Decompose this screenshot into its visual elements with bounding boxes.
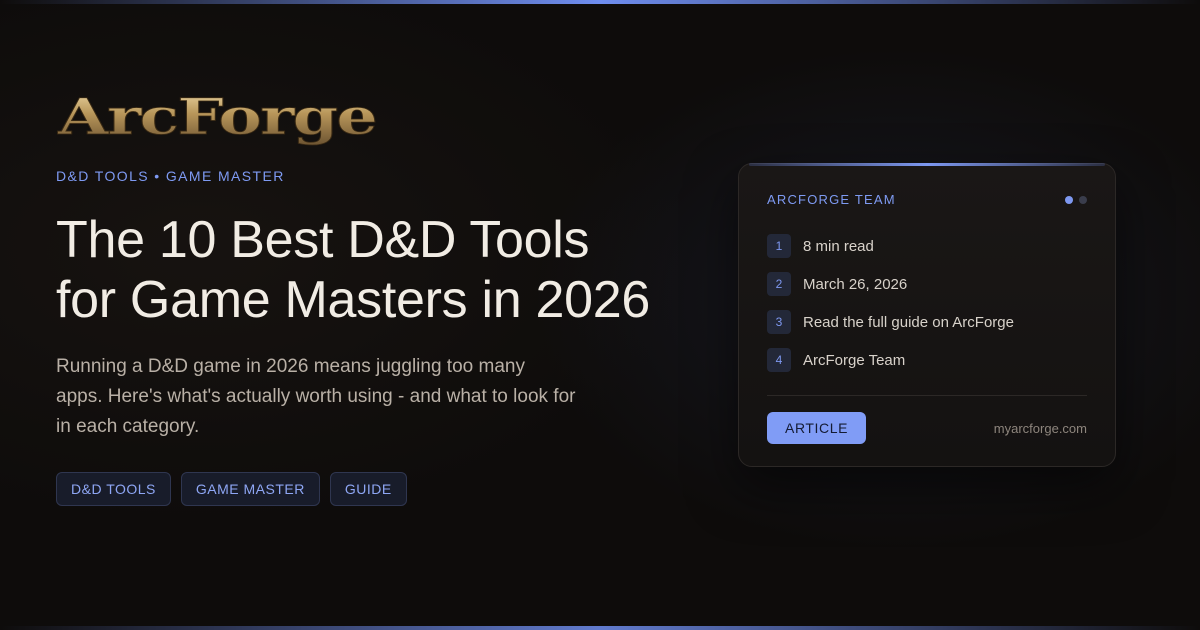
arcforge-logo: ArcForge [56,87,378,147]
tag-guide[interactable]: GUIDE [329,472,407,506]
publish-date: March 26, 2026 [803,275,908,293]
item-number: 4 [767,348,791,372]
site-url[interactable]: myarcforge.com [994,421,1087,436]
author-name: ArcForge Team [803,351,906,369]
logo-wordmark: ArcForge [57,87,376,146]
meta-list: 1 8 min read 2 March 26, 2026 3 Read the… [767,227,1087,379]
read-time: 8 min read [803,237,874,255]
category-kicker: D&D TOOLS • GAME MASTER [56,168,285,184]
top-accent-line [0,0,1200,4]
item-number: 1 [767,234,791,258]
list-item: 4 ArcForge Team [767,341,1087,379]
bottom-accent-line [0,626,1200,630]
pagination-dots-icon [1065,195,1087,204]
list-item: 2 March 26, 2026 [767,265,1087,303]
card-footer: ARTICLE myarcforge.com [767,412,1087,444]
page-title: The 10 Best D&D Tools for Game Masters i… [56,211,650,329]
article-description: Running a D&D game in 2026 means jugglin… [56,356,576,437]
item-number: 3 [767,310,791,334]
card-header: ARCFORGE TEAM [767,192,1087,207]
tag-list: D&D TOOLS GAME MASTER GUIDE [56,472,656,506]
dot-active [1065,195,1073,204]
list-item: 1 8 min read [767,227,1087,265]
card-divider [767,395,1087,396]
list-item[interactable]: 3 Read the full guide on ArcForge [767,303,1087,341]
article-meta-card: ARCFORGE TEAM 1 8 min read 2 March 26, 2… [738,163,1116,467]
card-author: ARCFORGE TEAM [767,192,896,207]
tag-game-master[interactable]: GAME MASTER [180,472,320,506]
tag-dnd-tools[interactable]: D&D TOOLS [56,472,171,506]
hero-content: ArcForge D&D TOOLS • GAME MASTER The 10 … [56,84,656,506]
dot-inactive [1079,195,1087,204]
article-badge[interactable]: ARTICLE [767,412,867,444]
item-number: 2 [767,272,791,296]
read-guide-link[interactable]: Read the full guide on ArcForge [803,314,1014,331]
